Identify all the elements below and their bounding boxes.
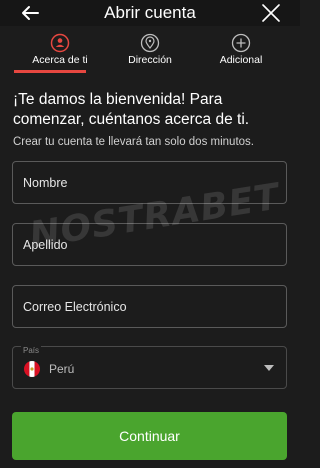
email-input[interactable] <box>13 286 286 327</box>
tab-label: Dirección <box>128 54 172 66</box>
step-tabs: Acerca de ti Dirección Adicional <box>0 30 300 76</box>
nombre-input[interactable] <box>13 162 286 203</box>
peru-flag-icon <box>24 361 40 377</box>
welcome-subtext: Crear tu cuenta te llevará tan solo dos … <box>13 136 254 148</box>
chevron-down-icon <box>264 365 274 371</box>
tab-label: Acerca de ti <box>32 54 88 66</box>
tab-direccion[interactable]: Dirección <box>104 30 196 76</box>
welcome-heading: ¡Te damos la bienvenida! Para comenzar, … <box>13 91 250 128</box>
user-icon <box>50 33 70 53</box>
plus-circle-icon <box>231 33 251 53</box>
page-title: Abrir cuenta <box>104 3 196 22</box>
continue-button[interactable]: Continuar <box>12 412 287 460</box>
tab-adicional[interactable]: Adicional <box>195 30 287 76</box>
signup-screen: Abrir cuenta Acerca de ti Dirección Adic… <box>0 0 300 468</box>
nombre-field-container <box>12 161 287 204</box>
location-pin-icon <box>140 33 160 53</box>
country-select[interactable]: País Perú <box>12 346 287 389</box>
apellido-input[interactable] <box>13 224 286 265</box>
country-label: País <box>21 346 42 355</box>
tab-label: Adicional <box>219 54 263 66</box>
correo-field-container <box>12 285 287 328</box>
active-tab-indicator <box>14 70 86 73</box>
close-button[interactable] <box>260 2 282 24</box>
apellido-field-container <box>12 223 287 266</box>
country-value: Perú <box>49 362 75 376</box>
close-icon <box>262 4 280 22</box>
top-bar: Abrir cuenta <box>0 0 300 26</box>
